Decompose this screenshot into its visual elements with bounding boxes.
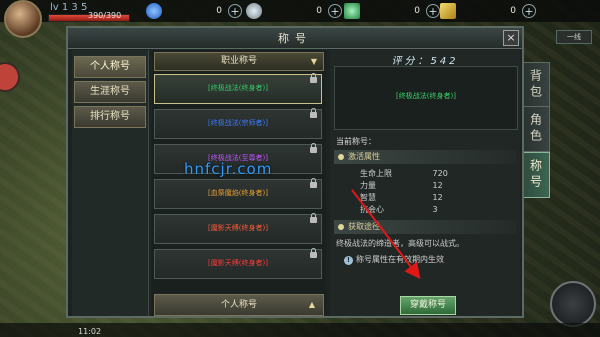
close-button[interactable]: × bbox=[503, 30, 519, 46]
personal-title-footer-button[interactable]: 个人称号 ▲ bbox=[154, 294, 324, 316]
hp-text: 390/390 bbox=[88, 11, 122, 20]
stat-row: 力量 12 bbox=[360, 180, 490, 191]
add-gold-ticket-button[interactable]: + bbox=[522, 4, 536, 18]
stat-name: 力量 bbox=[360, 181, 376, 190]
resource-blue-gem: 0 + bbox=[146, 2, 242, 20]
lock-icon bbox=[310, 73, 317, 83]
add-silver-coin-button[interactable]: + bbox=[328, 4, 342, 18]
title-card-name: [魔影天缚(终身者)] bbox=[208, 224, 268, 232]
current-title-label: 当前称号： bbox=[336, 137, 376, 146]
player-avatar[interactable] bbox=[4, 0, 42, 38]
obtain-method-header: 获取途径 bbox=[334, 220, 516, 234]
stat-value: 720 bbox=[432, 169, 448, 178]
title-card[interactable]: [血祭魔焰(终身者)] bbox=[154, 178, 322, 209]
add-green-crystal-button[interactable]: + bbox=[426, 4, 440, 18]
resource-value: 0 bbox=[414, 6, 420, 16]
stat-value: 3 bbox=[432, 205, 438, 214]
stat-name: 生命上限 bbox=[360, 169, 392, 178]
wear-title-button[interactable]: 穿戴称号 bbox=[400, 296, 456, 315]
stat-value: 12 bbox=[432, 193, 443, 202]
preview-title-name: [终极战法(终身者)] bbox=[396, 92, 456, 100]
bullet-icon bbox=[338, 154, 344, 160]
resource-value: 0 bbox=[510, 6, 516, 16]
tab-label: 称号 bbox=[528, 159, 543, 191]
lock-icon bbox=[310, 108, 317, 118]
title-card[interactable]: [终极战法(宗师者)] bbox=[154, 108, 322, 139]
title-card-name: [血祭魔焰(终身者)] bbox=[208, 189, 268, 197]
lock-icon bbox=[310, 213, 317, 223]
top-hud: lv 1 3 5 390/390 0 + 0 + 0 + 0 + bbox=[0, 0, 600, 38]
stat-name: 抗会心 bbox=[360, 205, 384, 214]
stat-row: 抗会心 3 bbox=[360, 204, 490, 215]
gold-ticket-icon bbox=[440, 3, 456, 19]
minimap-channel-label[interactable]: 一线 bbox=[556, 30, 592, 44]
info-text: 称号属性在有效期内生效 bbox=[356, 255, 444, 264]
add-blue-gem-button[interactable]: + bbox=[228, 4, 242, 18]
attack-skill-button[interactable] bbox=[550, 281, 596, 327]
dropdown-arrow-icon: ▼ bbox=[310, 57, 317, 66]
resource-value: 0 bbox=[216, 6, 222, 16]
category-ranking-button[interactable]: 排行称号 bbox=[74, 106, 146, 128]
lock-icon bbox=[310, 248, 317, 258]
category-list: 个人称号 生涯称号 排行称号 bbox=[72, 50, 149, 316]
watermark-text: hnfcjr.com bbox=[184, 160, 273, 178]
activation-attributes-header: 激活属性 bbox=[334, 150, 516, 164]
clock-time: 11:02 bbox=[78, 327, 102, 336]
resource-gold-ticket: 0 + bbox=[440, 2, 536, 20]
window-title: 称号 bbox=[278, 32, 312, 45]
resource-value: 0 bbox=[316, 6, 322, 16]
green-crystal-icon bbox=[344, 3, 360, 19]
title-card-name: [终极战法(宗师者)] bbox=[208, 119, 268, 127]
tab-label: 角色 bbox=[528, 113, 543, 145]
lock-icon bbox=[310, 178, 317, 188]
title-preview: [终极战法(终身者)] bbox=[334, 66, 518, 130]
stat-name: 智慧 bbox=[360, 193, 376, 202]
resource-silver-coin: 0 + bbox=[246, 2, 342, 20]
title-list: 职业称号 ▼ [终极战法(终身者)] [终极战法(宗师者)] [终极战法(至尊者… bbox=[152, 50, 326, 316]
title-card[interactable]: [魔影天缚(终身者)] bbox=[154, 213, 322, 244]
title-card-name: [终极战法(终身者)] bbox=[208, 84, 268, 92]
obtain-description: 终极战法的缔造者，高级可以战式。 bbox=[336, 239, 464, 248]
window-title-bar: 称号 × bbox=[68, 28, 522, 49]
silver-coin-icon bbox=[246, 3, 262, 19]
player-level: lv 1 3 5 bbox=[50, 2, 88, 13]
footer-label: 个人称号 bbox=[220, 300, 257, 310]
blue-gem-icon bbox=[146, 3, 162, 19]
title-card[interactable]: [终极战法(终身者)] bbox=[154, 73, 322, 104]
validity-info: ! 称号属性在有效期内生效 bbox=[344, 254, 444, 265]
title-detail-panel: 评分：542 [终极战法(终身者)] 当前称号： 激活属性 生命上限 720 力… bbox=[330, 50, 520, 316]
tab-label: 背包 bbox=[528, 69, 543, 101]
bullet-icon bbox=[338, 224, 344, 230]
lock-icon bbox=[310, 143, 317, 153]
bottom-status-bar: 11:02 bbox=[0, 323, 600, 337]
tab-backpack[interactable]: 背包 bbox=[522, 62, 550, 108]
resource-green-crystal: 0 + bbox=[344, 2, 440, 20]
info-icon: ! bbox=[344, 256, 353, 265]
filter-label: 职业称号 bbox=[220, 56, 257, 66]
title-card[interactable]: [魔影天缚(终身者)] bbox=[154, 248, 322, 279]
stat-row: 生命上限 720 bbox=[360, 168, 490, 179]
arrow-up-icon: ▲ bbox=[308, 300, 315, 309]
category-career-button[interactable]: 生涯称号 bbox=[74, 81, 146, 103]
section-title: 激活属性 bbox=[348, 152, 380, 161]
tab-character[interactable]: 角色 bbox=[522, 106, 550, 152]
stat-value: 12 bbox=[432, 181, 443, 190]
category-personal-button[interactable]: 个人称号 bbox=[74, 56, 146, 78]
title-score: 评分：542 bbox=[391, 56, 459, 67]
title-card-name: [魔影天缚(终身者)] bbox=[208, 259, 268, 267]
tab-titles[interactable]: 称号 bbox=[522, 152, 550, 198]
stat-row: 智慧 12 bbox=[360, 192, 490, 203]
section-title: 获取途径 bbox=[348, 222, 380, 231]
title-filter-dropdown[interactable]: 职业称号 ▼ bbox=[154, 52, 324, 71]
titles-window: 称号 × 个人称号 生涯称号 排行称号 职业称号 ▼ [终极战法(终身者)] [… bbox=[66, 26, 524, 318]
